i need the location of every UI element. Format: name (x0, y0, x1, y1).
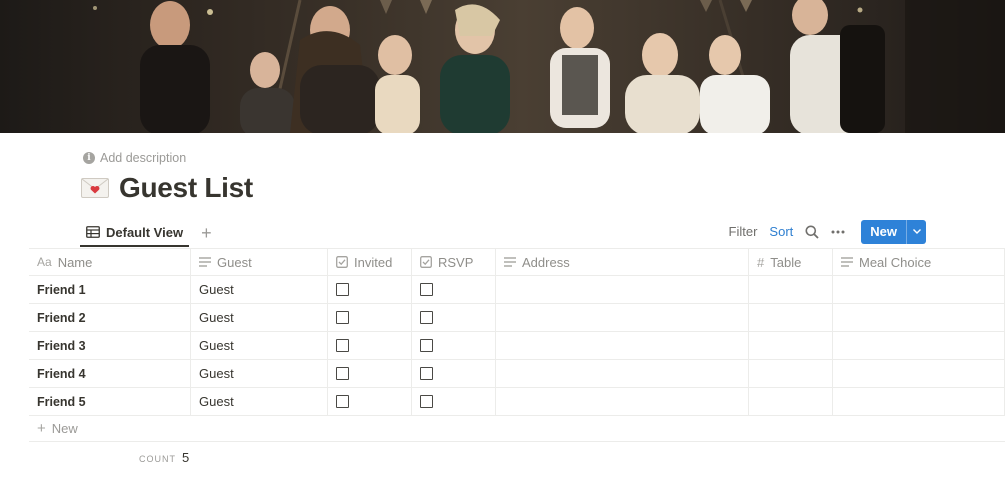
table-row[interactable]: Friend 4 Guest (29, 360, 1005, 388)
guest-cell[interactable]: Guest (191, 276, 328, 303)
guest-cell[interactable]: Guest (191, 304, 328, 331)
column-header-name[interactable]: Aa Name (29, 249, 191, 275)
column-header-rsvp[interactable]: RSVP (412, 249, 496, 275)
rsvp-checkbox[interactable] (420, 367, 433, 380)
rsvp-cell (412, 360, 496, 387)
tab-default-view-label: Default View (106, 224, 184, 240)
rsvp-checkbox[interactable] (420, 339, 433, 352)
view-tabs: Default View + (80, 218, 212, 248)
love-letter-envelope-icon[interactable] (81, 178, 109, 198)
table-row[interactable]: Friend 5 Guest (29, 388, 1005, 416)
text-title-icon: Aa (37, 255, 52, 269)
name-cell[interactable]: Friend 4 (29, 360, 191, 387)
tab-default-view[interactable]: Default View (80, 219, 190, 247)
add-description-label: Add description (100, 151, 187, 165)
count-label: COUNT (139, 454, 176, 464)
invited-checkbox[interactable] (336, 395, 349, 408)
invited-cell (328, 388, 412, 415)
info-icon: i (83, 152, 95, 164)
name-cell[interactable]: Friend 5 (29, 388, 191, 415)
table-number-cell[interactable] (749, 304, 833, 331)
table-number-cell[interactable] (749, 276, 833, 303)
guest-cell[interactable]: Guest (191, 388, 328, 415)
invited-checkbox[interactable] (336, 283, 349, 296)
table-number-cell[interactable] (749, 388, 833, 415)
page-title[interactable]: Guest List (119, 172, 253, 204)
cover-image (0, 0, 1005, 133)
column-header-address[interactable]: Address (496, 249, 749, 275)
column-header-table[interactable]: # Table (749, 249, 833, 275)
meal-choice-cell[interactable] (833, 332, 1005, 359)
address-cell[interactable] (496, 304, 749, 331)
invited-checkbox[interactable] (336, 311, 349, 324)
new-button-label[interactable]: New (861, 220, 906, 244)
count-value: 5 (182, 450, 190, 465)
rsvp-cell (412, 332, 496, 359)
number-hash-icon: # (757, 254, 765, 270)
meal-choice-cell[interactable] (833, 276, 1005, 303)
meal-choice-cell[interactable] (833, 304, 1005, 331)
address-cell[interactable] (496, 388, 749, 415)
invited-cell (328, 304, 412, 331)
filter-button[interactable]: Filter (723, 224, 764, 239)
rsvp-cell (412, 276, 496, 303)
invited-cell (328, 360, 412, 387)
new-button[interactable]: New (861, 219, 926, 244)
name-cell[interactable]: Friend 1 (29, 276, 191, 303)
rsvp-checkbox[interactable] (420, 283, 433, 296)
rsvp-checkbox[interactable] (420, 311, 433, 324)
table-view-icon (86, 226, 100, 238)
add-new-row-button[interactable]: + New (29, 416, 1005, 442)
page-header: Guest List (81, 172, 253, 204)
invited-checkbox[interactable] (336, 339, 349, 352)
guest-cell[interactable]: Guest (191, 360, 328, 387)
table-row[interactable]: Friend 1 Guest (29, 276, 1005, 304)
invited-cell (328, 276, 412, 303)
address-cell[interactable] (496, 360, 749, 387)
guest-cell[interactable]: Guest (191, 332, 328, 359)
add-new-row-label: New (51, 421, 78, 436)
address-cell[interactable] (496, 276, 749, 303)
toolbar: Filter Sort New (723, 219, 926, 244)
meal-choice-cell[interactable] (833, 360, 1005, 387)
invited-checkbox[interactable] (336, 367, 349, 380)
table-number-cell[interactable] (749, 360, 833, 387)
column-header-meal-choice[interactable]: Meal Choice (833, 249, 1005, 275)
add-view-plus-icon[interactable]: + (201, 224, 212, 242)
table-row[interactable]: Friend 3 Guest (29, 332, 1005, 360)
checkbox-property-icon (336, 256, 348, 268)
count-calculation[interactable]: COUNT 5 (139, 450, 189, 465)
column-header-invited[interactable]: Invited (328, 249, 412, 275)
search-icon[interactable] (799, 225, 825, 239)
name-cell[interactable]: Friend 2 (29, 304, 191, 331)
text-lines-icon (841, 257, 853, 267)
add-description-button[interactable]: i Add description (83, 151, 186, 165)
plus-icon: + (37, 420, 46, 437)
sort-button[interactable]: Sort (763, 224, 799, 239)
more-options-icon[interactable] (825, 230, 851, 234)
rsvp-checkbox[interactable] (420, 395, 433, 408)
text-lines-icon (199, 257, 211, 267)
cover-photo-illustration (93, 0, 1005, 133)
column-header-guest[interactable]: Guest (191, 249, 328, 275)
name-cell[interactable]: Friend 3 (29, 332, 191, 359)
table-row[interactable]: Friend 2 Guest (29, 304, 1005, 332)
invited-cell (328, 332, 412, 359)
guest-table: Aa Name Guest Invited RSVP Address # Tab… (29, 248, 1005, 416)
rsvp-cell (412, 304, 496, 331)
table-header-row: Aa Name Guest Invited RSVP Address # Tab… (29, 248, 1005, 276)
rsvp-cell (412, 388, 496, 415)
text-lines-icon (504, 257, 516, 267)
chevron-down-icon[interactable] (906, 219, 926, 244)
table-number-cell[interactable] (749, 332, 833, 359)
checkbox-property-icon (420, 256, 432, 268)
meal-choice-cell[interactable] (833, 388, 1005, 415)
address-cell[interactable] (496, 332, 749, 359)
